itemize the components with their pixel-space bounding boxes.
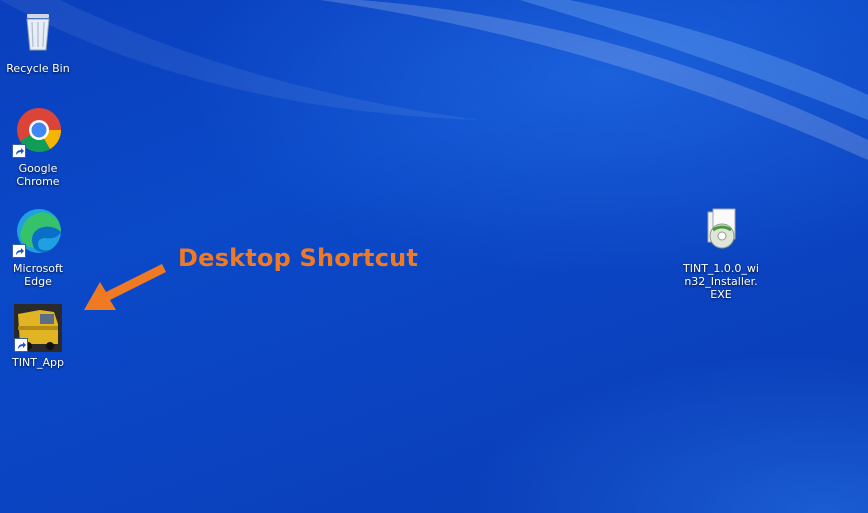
installer-label: TINT_1.0.0_win32_Installer.EXE bbox=[683, 262, 759, 301]
tint-app-label: TINT_App bbox=[12, 356, 64, 369]
desktop-icon-tint-installer[interactable]: TINT_1.0.0_win32_Installer.EXE bbox=[683, 206, 759, 301]
shortcut-arrow-icon bbox=[12, 244, 26, 258]
edge-icon bbox=[12, 206, 64, 258]
desktop-icon-recycle-bin[interactable]: Recycle Bin bbox=[0, 6, 76, 75]
desktop-icon-tint-app[interactable]: TINT_App bbox=[0, 304, 76, 369]
chrome-label: Google Chrome bbox=[16, 162, 60, 188]
chrome-icon bbox=[12, 106, 64, 158]
truck-app-icon bbox=[14, 304, 62, 352]
shortcut-arrow-icon bbox=[14, 338, 28, 352]
callout-arrow-icon bbox=[84, 264, 166, 310]
edge-label: Microsoft Edge bbox=[12, 262, 64, 288]
desktop-icon-google-chrome[interactable]: Google Chrome bbox=[0, 106, 76, 188]
desktop-icon-microsoft-edge[interactable]: Microsoft Edge bbox=[0, 206, 76, 288]
recycle-bin-icon bbox=[12, 6, 64, 58]
recycle-bin-label: Recycle Bin bbox=[6, 62, 70, 75]
callout-text: Desktop Shortcut bbox=[178, 244, 419, 272]
shortcut-arrow-icon bbox=[12, 144, 26, 158]
installer-icon bbox=[695, 206, 747, 258]
